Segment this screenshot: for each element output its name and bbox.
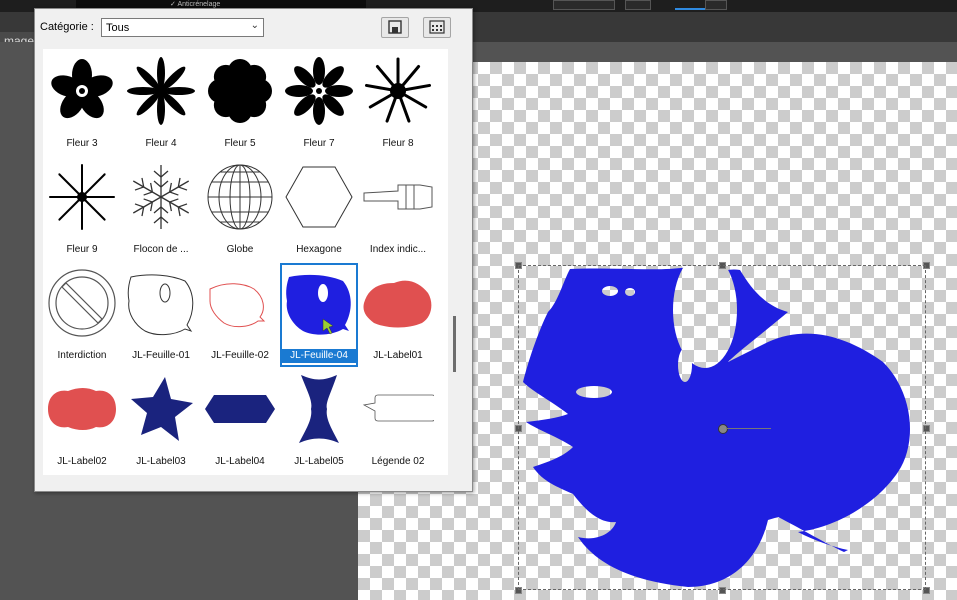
- shapes-grid: Fleur 3 Fleur 4 Fleur 5 Fleur 7 Fleur 8 …: [43, 49, 448, 475]
- shapes-grid-scrollbar[interactable]: [449, 49, 461, 475]
- shape-label: JL-Feuille-02: [211, 350, 269, 361]
- shape-item[interactable]: Fleur 5: [201, 51, 279, 155]
- shape-item[interactable]: JL-Feuille-01: [122, 263, 200, 367]
- shape-label: Fleur 3: [66, 138, 98, 149]
- rotation-pivot[interactable]: [718, 424, 728, 434]
- leaf-red-outline-icon: [209, 283, 266, 328]
- category-dropdown[interactable]: Tous ⌄: [101, 18, 264, 37]
- shape-label: Interdiction: [57, 350, 107, 361]
- shape-item[interactable]: Globe: [201, 157, 279, 261]
- toolbar-options-strip: [76, 0, 366, 8]
- rotation-handle-line: [726, 428, 771, 429]
- prohibition-icon: [48, 269, 116, 337]
- shape-label: Globe: [226, 244, 254, 255]
- toolbar-color-button[interactable]: [705, 0, 727, 10]
- red-oval-label-icon: [48, 388, 116, 430]
- save-shape-button[interactable]: [381, 17, 409, 38]
- shape-label: Hexagone: [296, 244, 342, 255]
- leaf-blue-icon: [286, 274, 351, 335]
- shape-item[interactable]: JL-Label01: [359, 263, 437, 367]
- flower5-icon: [208, 59, 272, 123]
- shape-item[interactable]: Fleur 3: [43, 51, 121, 155]
- panel-menu-button[interactable]: [423, 17, 451, 38]
- shape-label: Fleur 7: [303, 138, 335, 149]
- shape-item[interactable]: JL-Feuille-02: [201, 263, 279, 367]
- shape-item[interactable]: Flocon de ...: [122, 157, 200, 261]
- hexagon-icon: [285, 166, 353, 228]
- globe-icon: [207, 164, 273, 230]
- shape-label: Légende 02: [371, 456, 425, 467]
- shape-label: JL-Label04: [215, 456, 265, 467]
- hourglass-label-icon: [299, 375, 339, 443]
- shape-label: JL-Label05: [294, 456, 344, 467]
- toolbar-dropdown[interactable]: [553, 0, 615, 10]
- shape-item[interactable]: Interdiction: [43, 263, 121, 367]
- shape-item[interactable]: Index indic...: [359, 157, 437, 261]
- shape-label: Index indic...: [369, 244, 427, 255]
- shape-label: JL-Label03: [136, 456, 186, 467]
- shapes-library-panel: Catégorie : Tous ⌄ Fleur 3 Fleur 4 Fleur…: [34, 8, 473, 492]
- shape-label: Fleur 4: [145, 138, 177, 149]
- snowflake-icon: [132, 165, 190, 229]
- scrollbar-thumb[interactable]: [453, 316, 456, 372]
- star-icon: [131, 377, 193, 441]
- shape-item[interactable]: Fleur 7: [280, 51, 358, 155]
- shape-item[interactable]: Légende 02: [359, 369, 437, 473]
- shape-label: Fleur 9: [66, 244, 98, 255]
- shape-label: Fleur 5: [224, 138, 256, 149]
- toolbar-active-indicator: [675, 8, 705, 10]
- shape-label: JL-Feuille-01: [132, 350, 190, 361]
- callout-icon: [362, 394, 434, 422]
- leaf-outline-icon: [127, 274, 194, 336]
- grid-view-icon: [429, 20, 445, 34]
- chevron-down-icon: ⌄: [250, 20, 259, 31]
- flower4-icon: [127, 57, 195, 125]
- shape-item[interactable]: Fleur 4: [122, 51, 200, 155]
- shape-item[interactable]: JL-Label03: [122, 369, 200, 473]
- pointing-hand-icon: [363, 184, 433, 210]
- flower9-icon: [49, 164, 115, 230]
- shape-item[interactable]: Fleur 9: [43, 157, 121, 261]
- antialias-label: Anticrénelage: [177, 1, 221, 8]
- shape-item[interactable]: JL-Label02: [43, 369, 121, 473]
- flower3-icon: [51, 59, 113, 119]
- flower8-icon: [364, 57, 432, 123]
- flower7-icon: [285, 57, 353, 125]
- shape-label: JL-Label01: [373, 350, 423, 361]
- shape-label: JL-Feuille-04: [280, 349, 358, 363]
- category-label: Catégorie :: [40, 21, 94, 33]
- toolbar-brush-button[interactable]: [625, 0, 651, 10]
- save-shape-icon: [388, 20, 402, 34]
- shape-label: JL-Label02: [57, 456, 107, 467]
- hex-label-icon: [205, 395, 275, 423]
- category-value: Tous: [106, 22, 130, 34]
- shape-label: Fleur 8: [382, 138, 414, 149]
- shape-item[interactable]: Hexagone: [280, 157, 358, 261]
- red-label-icon: [363, 280, 432, 328]
- antialias-checkbox[interactable]: ✓ Anticrénelage: [170, 0, 220, 8]
- shape-item[interactable]: Fleur 8: [359, 51, 437, 155]
- shape-item-selected[interactable]: JL-Feuille-04: [280, 263, 358, 367]
- shape-item[interactable]: JL-Label05: [280, 369, 358, 473]
- shape-item[interactable]: JL-Label04: [201, 369, 279, 473]
- shape-label: Flocon de ...: [133, 244, 189, 255]
